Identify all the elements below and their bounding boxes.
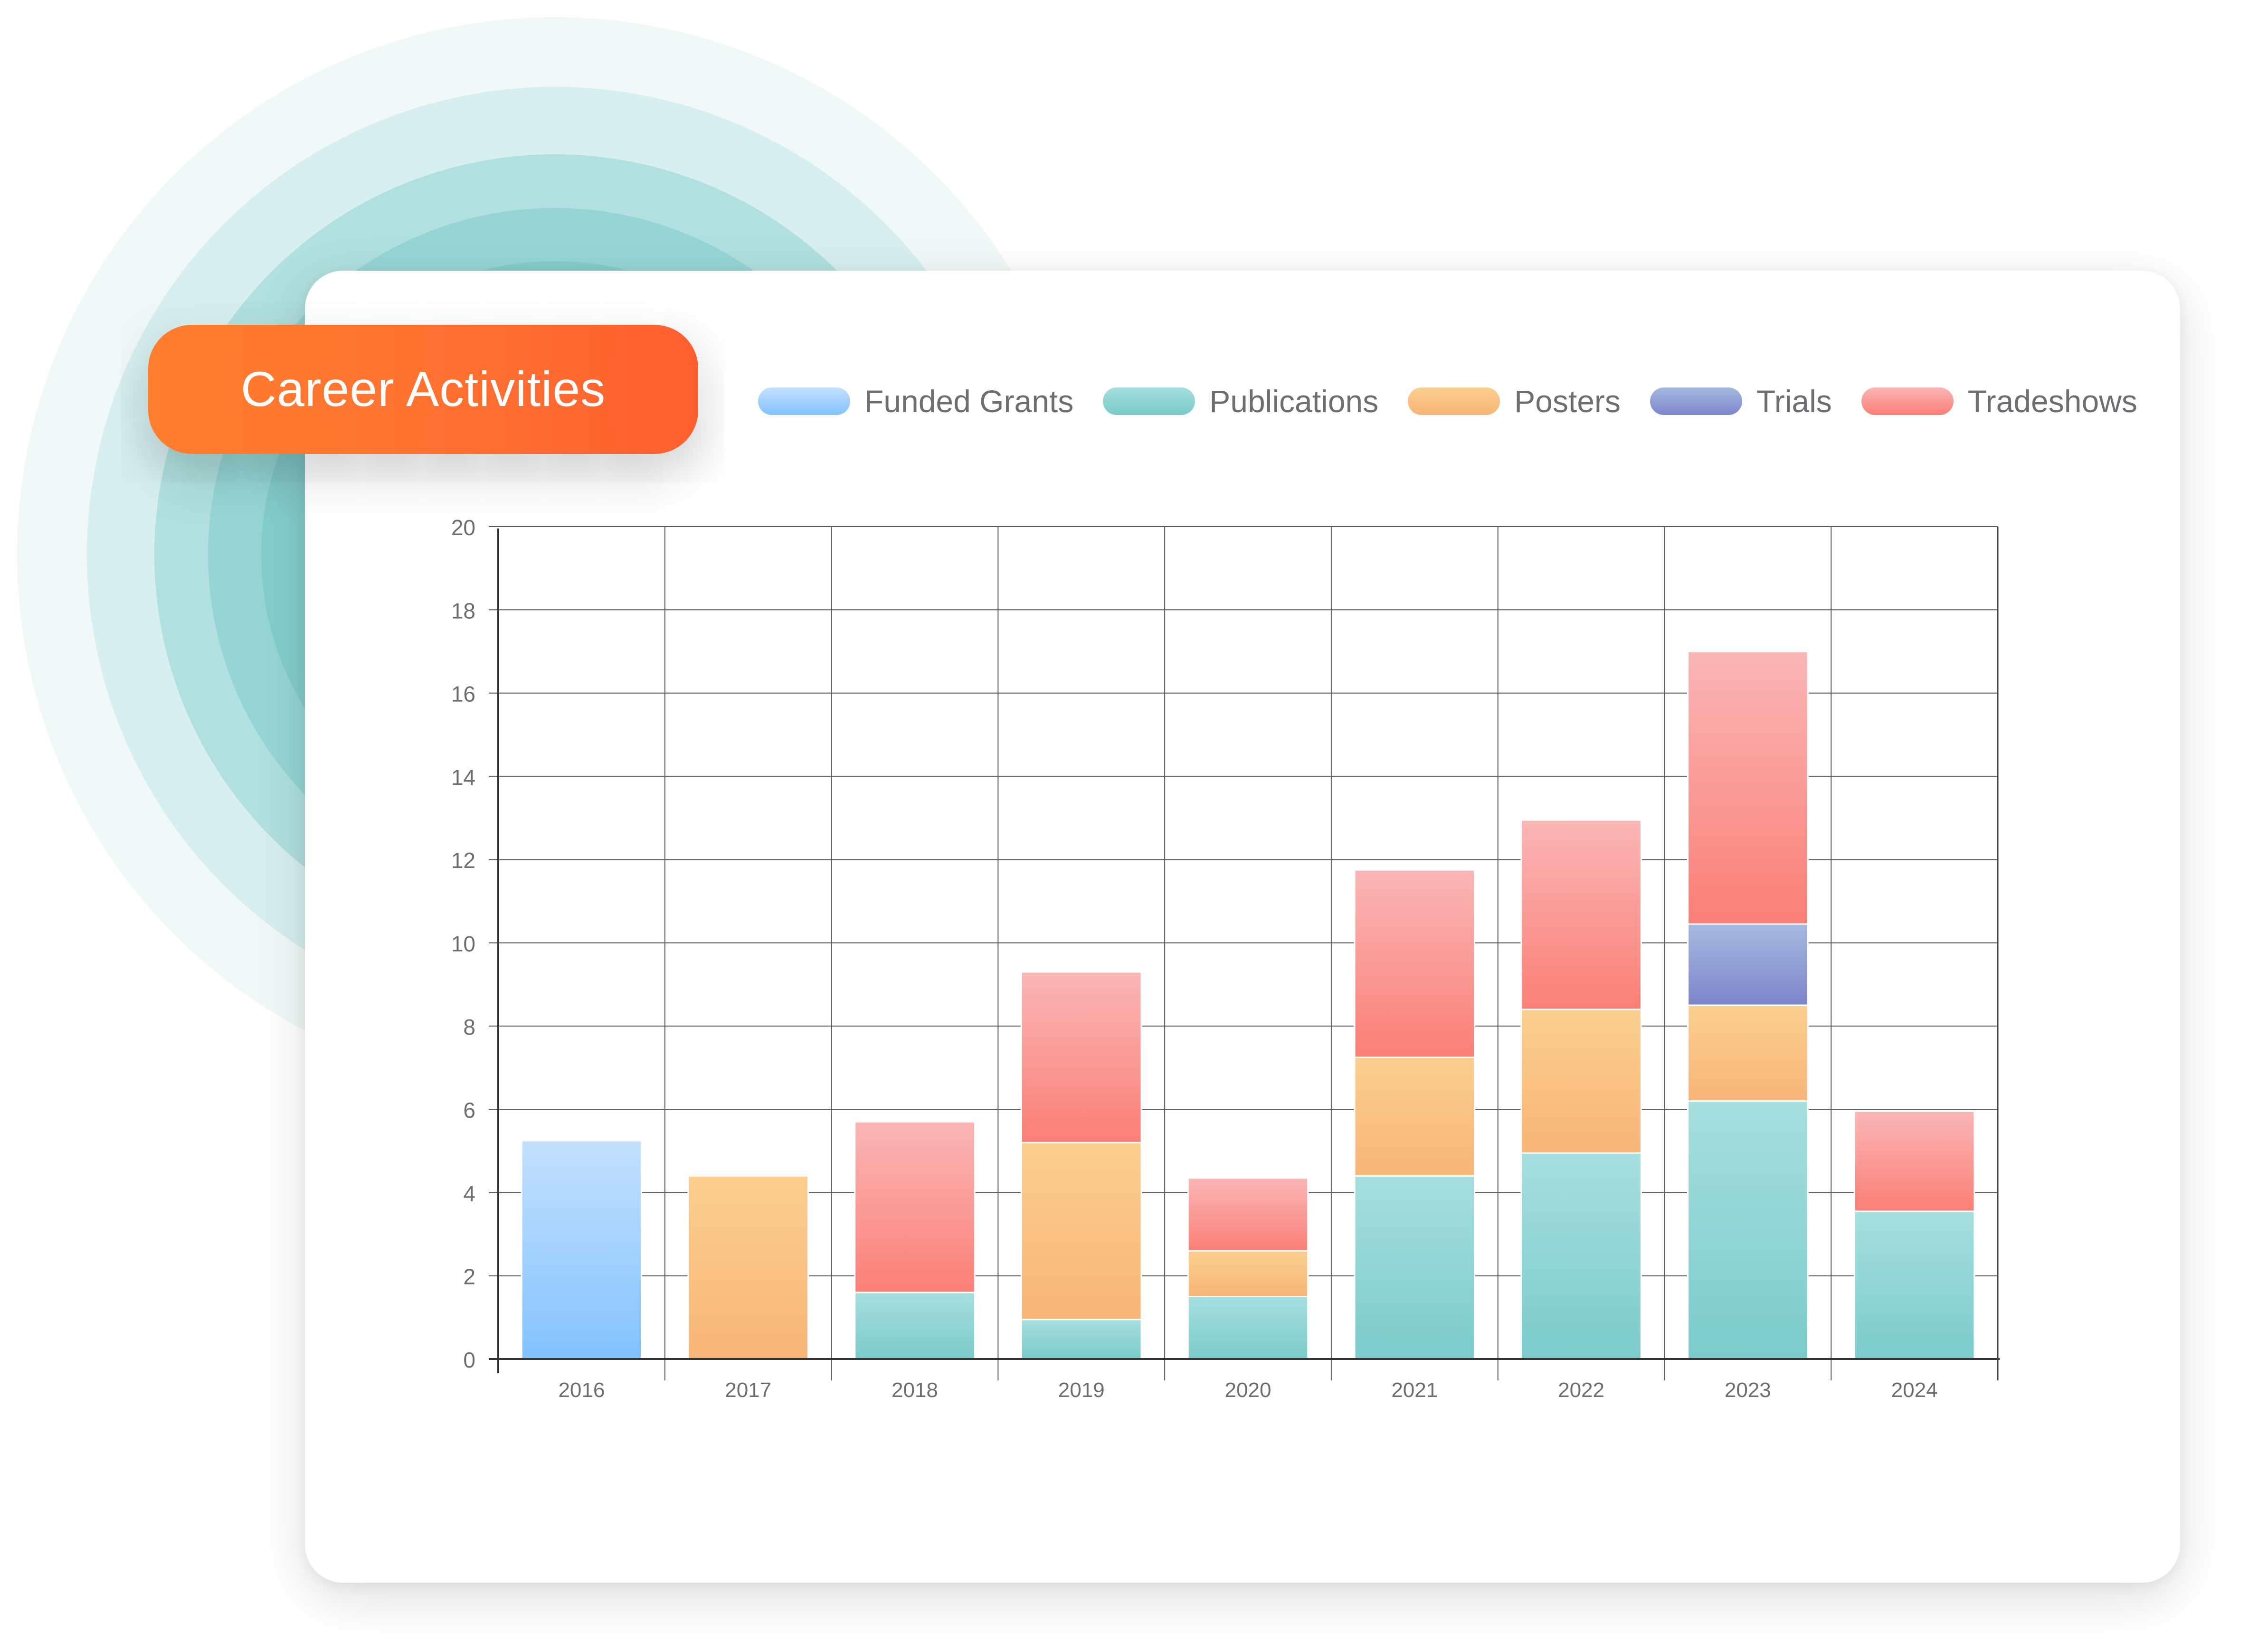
legend-item-trials[interactable]: Trials xyxy=(1650,383,1832,419)
x-tick-label: 2024 xyxy=(1891,1378,1938,1402)
y-tick-label: 8 xyxy=(463,1015,475,1039)
y-tick-label: 4 xyxy=(463,1181,475,1206)
legend-label: Funded Grants xyxy=(864,384,1074,419)
x-axis-ticks: 2016 2017 2018 2019 2020 2021 2022 2023 2024 xyxy=(558,1378,1937,1402)
bar-2022-publications[interactable] xyxy=(1520,1152,1642,1360)
y-tick-label: 6 xyxy=(463,1098,475,1123)
legend-item-publications[interactable]: Publications xyxy=(1103,383,1378,419)
bar-2021-posters[interactable] xyxy=(1354,1057,1476,1177)
bar-2020-publications[interactable] xyxy=(1187,1296,1309,1360)
legend-label: Publications xyxy=(1209,384,1379,419)
x-tick-label: 2022 xyxy=(1558,1378,1604,1402)
bar-2023-publications[interactable] xyxy=(1687,1100,1809,1360)
bar-2016-funded-grants[interactable] xyxy=(521,1140,643,1360)
x-tick-label: 2016 xyxy=(558,1378,605,1402)
bar-2021-publications[interactable] xyxy=(1354,1175,1476,1360)
legend: Funded Grants Publications Posters Trials Tr… xyxy=(758,380,2137,423)
legend-label: Trials xyxy=(1756,384,1832,419)
x-tick-label: 2021 xyxy=(1391,1378,1438,1402)
y-tick-label: 0 xyxy=(463,1348,475,1372)
legend-swatch xyxy=(1103,387,1196,415)
legend-item-tradeshows[interactable]: Tradeshows xyxy=(1861,383,2137,419)
bar-2020-tradeshows[interactable] xyxy=(1187,1177,1309,1252)
x-tick-label: 2017 xyxy=(725,1378,771,1402)
bar-2023-posters[interactable] xyxy=(1687,1004,1809,1102)
y-axis-ticks: 0 2 4 6 8 10 12 14 16 18 20 xyxy=(451,515,475,1372)
legend-label: Posters xyxy=(1514,384,1621,419)
y-tick-label: 12 xyxy=(451,848,475,873)
legend-swatch xyxy=(1861,387,1954,415)
stacked-bar-chart: 02468101214161820 2016 2017 2018 2019 2020 20… xyxy=(451,515,2000,1402)
bar-2018-tradeshows[interactable] xyxy=(854,1121,976,1293)
y-tick-label: 16 xyxy=(451,682,475,707)
y-tick-label: 18 xyxy=(451,598,475,623)
bars xyxy=(521,651,1975,1360)
legend-swatch xyxy=(1650,387,1742,415)
x-tick-label: 2020 xyxy=(1225,1378,1272,1402)
bar-2023-tradeshows[interactable] xyxy=(1687,651,1809,925)
bar-2017-posters[interactable] xyxy=(687,1175,809,1360)
bar-2020-posters[interactable] xyxy=(1187,1250,1309,1298)
y-tick-label: 10 xyxy=(451,932,475,956)
x-tick-label: 2018 xyxy=(892,1378,938,1402)
y-tick-label: 2 xyxy=(463,1265,475,1289)
bar-2019-tradeshows[interactable] xyxy=(1020,971,1142,1143)
bar-2024-tradeshows[interactable] xyxy=(1853,1110,1975,1212)
legend-item-posters[interactable]: Posters xyxy=(1408,383,1621,419)
bar-2022-tradeshows[interactable] xyxy=(1520,819,1642,1010)
x-tick-label: 2023 xyxy=(1725,1378,1771,1402)
legend-swatch xyxy=(1408,387,1500,415)
x-tick-label: 2019 xyxy=(1058,1378,1105,1402)
legend-swatch xyxy=(758,387,850,415)
bar-2019-publications[interactable] xyxy=(1020,1319,1142,1360)
bar-2023-trials[interactable] xyxy=(1687,923,1809,1006)
bar-2021-tradeshows[interactable] xyxy=(1354,869,1476,1058)
legend-item-funded-grants[interactable]: Funded Grants xyxy=(758,383,1073,419)
bar-2024-publications[interactable] xyxy=(1853,1210,1975,1360)
title-badge: Career Activities xyxy=(148,325,698,454)
legend-label: Tradeshows xyxy=(1967,384,2137,419)
bar-2018-publications[interactable] xyxy=(854,1292,976,1360)
chart-title: Career Activities xyxy=(240,361,606,417)
bar-2022-posters[interactable] xyxy=(1520,1009,1642,1154)
y-tick-label: 14 xyxy=(451,765,475,790)
bar-2019-posters[interactable] xyxy=(1020,1142,1142,1321)
y-tick-label: 20 xyxy=(451,515,475,540)
